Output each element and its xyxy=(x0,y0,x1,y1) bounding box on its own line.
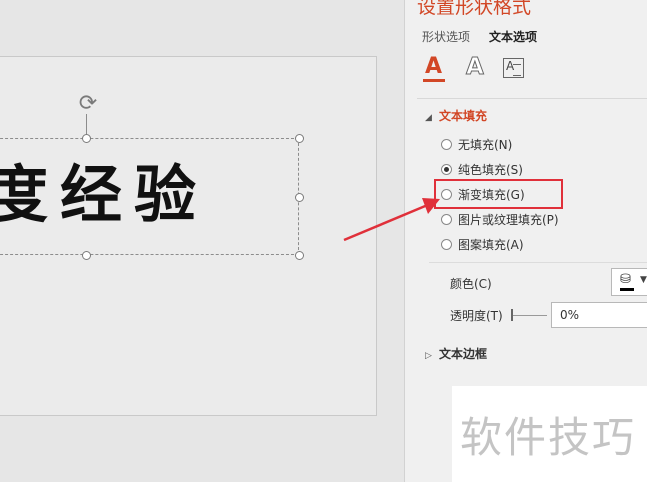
tab-shape-options[interactable]: 形状选项 xyxy=(422,28,470,45)
divider xyxy=(429,262,647,263)
section-text-fill-label: 文本填充 xyxy=(439,109,488,123)
section-text-border-label: 文本边框 xyxy=(439,347,488,361)
color-label: 颜色(C) xyxy=(450,277,492,291)
divider xyxy=(417,98,647,99)
transparency-slider-track[interactable] xyxy=(511,315,547,316)
chevron-down-icon: ▼ xyxy=(640,275,647,285)
radio-label: 无填充(N) xyxy=(458,138,513,152)
radio-label: 图案填充(A) xyxy=(458,238,524,252)
resize-handle-bottom-center[interactable] xyxy=(82,251,91,260)
pane-title: 设置形状格式 xyxy=(417,0,532,18)
radio-button[interactable] xyxy=(441,139,452,150)
resize-handle-bottom-right[interactable] xyxy=(295,251,304,260)
tab-text-options[interactable]: 文本选项 xyxy=(489,28,537,45)
radio-label: 纯色填充(S) xyxy=(458,163,523,177)
watermark: 软件技巧 xyxy=(452,386,647,482)
color-picker-button[interactable]: ⛁ ▼ xyxy=(611,268,647,296)
annotation-arrow xyxy=(343,198,440,242)
expand-triangle-icon: ▷ xyxy=(425,351,432,361)
slide-title-text[interactable]: 度经验 xyxy=(0,150,208,240)
text-effects-icon[interactable]: A xyxy=(463,54,489,84)
collapse-triangle-icon: ◢ xyxy=(425,113,432,123)
resize-handle-top-right[interactable] xyxy=(295,134,304,143)
section-text-border[interactable]: ▷ 文本边框 xyxy=(425,345,487,362)
transparency-label: 透明度(T) xyxy=(450,309,503,323)
radio-button-checked[interactable] xyxy=(441,164,452,175)
resize-handle-top-center[interactable] xyxy=(82,134,91,143)
resize-handle-middle-right[interactable] xyxy=(295,193,304,202)
pane-options-icon[interactable]: ⌄ xyxy=(618,0,630,4)
text-fill-outline-icon[interactable]: A xyxy=(421,54,447,84)
textbox-icon[interactable]: A xyxy=(503,56,529,84)
paint-bucket-icon: ⛁ xyxy=(620,272,631,287)
watermark-text: 软件技巧 xyxy=(460,413,637,462)
rotate-handle-icon[interactable]: ⟳ xyxy=(76,92,100,116)
radio-label: 图片或纹理填充(P) xyxy=(458,213,559,227)
transparency-slider-thumb[interactable] xyxy=(511,309,513,321)
color-swatch xyxy=(620,288,634,291)
transparency-input[interactable]: 0% xyxy=(551,302,647,328)
section-text-fill[interactable]: ◢ 文本填充 xyxy=(425,107,487,124)
